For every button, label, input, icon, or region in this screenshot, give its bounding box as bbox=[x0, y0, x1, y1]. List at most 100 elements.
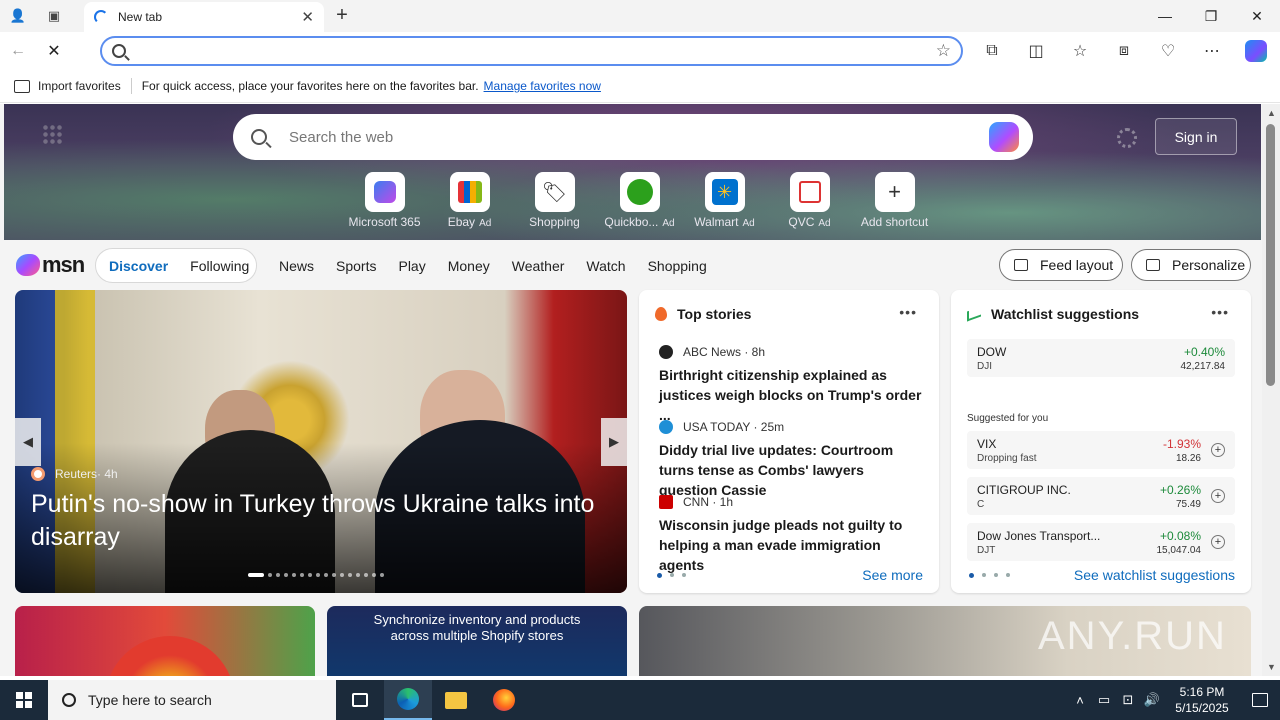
carousel-prev-button[interactable]: ◀ bbox=[15, 418, 41, 466]
apps-grid-icon[interactable] bbox=[42, 124, 62, 144]
carousel-dot[interactable] bbox=[316, 573, 320, 577]
web-search-box[interactable]: Search the web bbox=[233, 114, 1033, 160]
list-item[interactable]: CNN · 1h Wisconsin judge pleads not guil… bbox=[659, 495, 924, 575]
story-title[interactable]: Birthright citizenship explained as just… bbox=[659, 365, 924, 425]
extensions-icon[interactable]: ⧉ bbox=[970, 34, 1014, 68]
carousel-dot[interactable] bbox=[364, 573, 368, 577]
main-story-card[interactable]: ◀ ▶ Reuters · 4h Putin's no-show in Turk… bbox=[15, 290, 627, 593]
web-search-input[interactable]: Search the web bbox=[289, 129, 393, 146]
settings-gear-icon[interactable] bbox=[1117, 128, 1137, 148]
carousel-dot[interactable] bbox=[308, 573, 312, 577]
scroll-down-icon[interactable]: ▼ bbox=[1267, 662, 1276, 672]
more-menu-icon[interactable]: ⋯ bbox=[1190, 34, 1234, 68]
shortcut-qvc[interactable]: QVC Ad bbox=[767, 172, 852, 229]
nav-link-money[interactable]: Money bbox=[448, 258, 490, 274]
see-watchlist-link[interactable]: See watchlist suggestions bbox=[1074, 567, 1235, 583]
carousel-dot[interactable] bbox=[380, 573, 384, 577]
more-options-icon[interactable]: ••• bbox=[1211, 304, 1229, 320]
tab-discover[interactable]: Discover bbox=[109, 258, 168, 274]
back-icon[interactable]: ← bbox=[0, 35, 36, 67]
split-screen-icon[interactable]: ◫ bbox=[1014, 34, 1058, 68]
restore-button[interactable]: ❐ bbox=[1188, 0, 1234, 32]
feed-card-image[interactable] bbox=[15, 606, 315, 676]
shortcut-walmart[interactable]: ✳ Walmart Ad bbox=[682, 172, 767, 229]
page-dot[interactable] bbox=[657, 572, 662, 578]
profile-icon[interactable]: 👤 bbox=[0, 0, 36, 32]
collections-icon[interactable]: ⧈ bbox=[1102, 34, 1146, 68]
taskbar-app-file-explorer[interactable] bbox=[432, 680, 480, 720]
tab-following[interactable]: Following bbox=[190, 258, 249, 274]
nav-link-sports[interactable]: Sports bbox=[336, 258, 376, 274]
add-to-watchlist-button[interactable]: + bbox=[1211, 535, 1225, 549]
page-dot[interactable] bbox=[969, 572, 974, 578]
taskbar-app-edge[interactable] bbox=[384, 680, 432, 720]
carousel-dot[interactable] bbox=[268, 573, 272, 577]
carousel-dot[interactable] bbox=[324, 573, 328, 577]
notifications-button[interactable] bbox=[1240, 693, 1280, 707]
scroll-up-icon[interactable]: ▲ bbox=[1267, 108, 1276, 118]
network-icon[interactable]: ⊡ bbox=[1116, 692, 1140, 708]
nav-link-shopping[interactable]: Shopping bbox=[648, 258, 707, 274]
tab-close-icon[interactable]: ✕ bbox=[301, 8, 314, 26]
start-button[interactable] bbox=[0, 680, 48, 720]
nav-link-play[interactable]: Play bbox=[398, 258, 425, 274]
carousel-dot[interactable] bbox=[340, 573, 344, 577]
task-view-button[interactable] bbox=[336, 680, 384, 720]
taskbar-search-input[interactable]: Type here to search bbox=[88, 692, 212, 708]
tab-actions-icon[interactable]: ▣ bbox=[36, 0, 72, 32]
add-to-watchlist-button[interactable]: + bbox=[1211, 489, 1225, 503]
shortcut-ebay[interactable]: Ebay Ad bbox=[427, 172, 512, 229]
scrollbar-thumb[interactable] bbox=[1266, 124, 1275, 386]
quote-row[interactable]: DOW DJI +0.40% 42,217.84 bbox=[967, 339, 1235, 377]
manage-favorites-link[interactable]: Manage favorites now bbox=[484, 79, 601, 93]
shortcut-shopping[interactable]: 🏷 Shopping bbox=[512, 172, 597, 229]
story-title[interactable]: Diddy trial live updates: Courtroom turn… bbox=[659, 440, 924, 500]
tab-new-tab[interactable]: New tab ✕ bbox=[84, 2, 324, 32]
browser-essentials-icon[interactable]: ♡ bbox=[1146, 34, 1190, 68]
carousel-dot[interactable] bbox=[276, 573, 280, 577]
carousel-dot[interactable] bbox=[372, 573, 376, 577]
shortcut-quickbooks[interactable]: Quickbo... Ad bbox=[597, 172, 682, 229]
new-tab-button[interactable]: + bbox=[330, 4, 354, 28]
nav-link-news[interactable]: News bbox=[279, 258, 314, 274]
chevron-up-icon[interactable]: ˄ bbox=[1068, 693, 1092, 708]
msn-logo[interactable]: msn bbox=[16, 252, 85, 278]
list-item[interactable]: USA TODAY · 25m Diddy trial live updates… bbox=[659, 420, 924, 500]
close-window-button[interactable]: ✕ bbox=[1234, 0, 1280, 32]
taskbar-search-box[interactable]: Type here to search bbox=[48, 680, 336, 720]
carousel-dot[interactable] bbox=[284, 573, 288, 577]
carousel-dot[interactable] bbox=[300, 573, 304, 577]
taskbar-app-firefox[interactable] bbox=[480, 680, 528, 720]
carousel-dot[interactable] bbox=[356, 573, 360, 577]
favorite-star-icon[interactable]: ☆ bbox=[936, 41, 951, 61]
clock[interactable]: 5:16 PM 5/15/2025 bbox=[1164, 684, 1240, 716]
quote-row[interactable]: VIX Dropping fast -1.93% 18.26 + bbox=[967, 431, 1235, 469]
favorites-icon[interactable]: ☆ bbox=[1058, 34, 1102, 68]
minimize-button[interactable]: — bbox=[1142, 0, 1188, 32]
quote-row[interactable]: CITIGROUP INC. C +0.26% 75.49 + bbox=[967, 477, 1235, 515]
copilot-icon[interactable] bbox=[989, 122, 1019, 152]
page-dot[interactable] bbox=[994, 572, 998, 577]
device-icon[interactable]: ▭ bbox=[1092, 692, 1116, 708]
page-dot[interactable] bbox=[682, 572, 686, 577]
shopify-ad-card[interactable]: Synchronize inventory and products acros… bbox=[327, 606, 627, 676]
carousel-dot[interactable] bbox=[248, 573, 264, 577]
volume-icon[interactable]: 🔊 bbox=[1140, 692, 1164, 708]
personalize-button[interactable]: Personalize bbox=[1131, 249, 1251, 281]
page-dot[interactable] bbox=[670, 572, 674, 577]
page-dot[interactable] bbox=[982, 572, 986, 577]
shortcut-microsoft-365[interactable]: Microsoft 365 bbox=[342, 172, 427, 229]
page-scrollbar[interactable]: ▲ ▼ bbox=[1262, 104, 1280, 676]
carousel-dot[interactable] bbox=[332, 573, 336, 577]
nav-link-weather[interactable]: Weather bbox=[512, 258, 565, 274]
sign-in-button[interactable]: Sign in bbox=[1155, 118, 1237, 155]
stop-loading-icon[interactable]: ✕ bbox=[36, 35, 72, 67]
story-title[interactable]: Wisconsin judge pleads not guilty to hel… bbox=[659, 515, 924, 575]
quote-row[interactable]: Dow Jones Transport... DJT +0.08% 15,047… bbox=[967, 523, 1235, 561]
page-dot[interactable] bbox=[1006, 572, 1010, 577]
add-to-watchlist-button[interactable]: + bbox=[1211, 443, 1225, 457]
carousel-dot[interactable] bbox=[348, 573, 352, 577]
more-options-icon[interactable]: ••• bbox=[899, 304, 917, 320]
see-more-link[interactable]: See more bbox=[862, 567, 923, 583]
list-item[interactable]: ABC News · 8h Birthright citizenship exp… bbox=[659, 345, 924, 425]
